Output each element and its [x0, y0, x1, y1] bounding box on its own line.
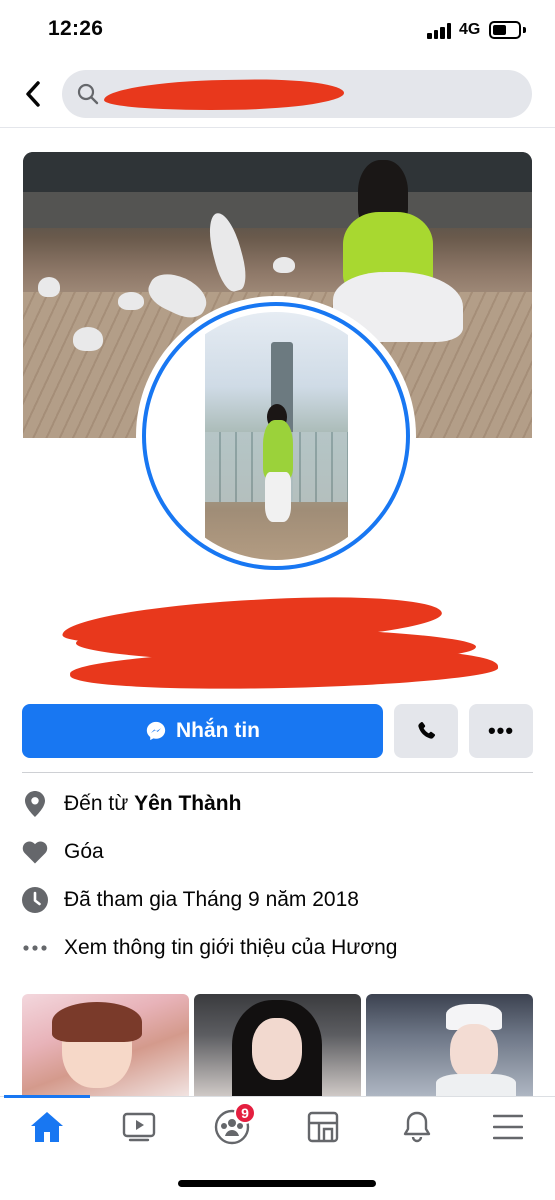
- search-input[interactable]: [62, 70, 532, 118]
- bottom-nav: 9: [0, 1095, 555, 1158]
- bell-icon: [403, 1111, 431, 1143]
- search-icon: [77, 83, 99, 105]
- joined-value: Đã tham gia Tháng 9 năm 2018: [64, 888, 359, 911]
- info-relationship: Góa: [22, 834, 542, 870]
- messenger-icon: [146, 721, 166, 741]
- hometown-prefix: Đến từ: [64, 792, 129, 815]
- search-header: [0, 62, 555, 128]
- cover-building: [23, 152, 532, 192]
- menu-icon: [493, 1114, 523, 1140]
- nav-home[interactable]: [23, 1105, 71, 1149]
- photo-thumbnail[interactable]: [194, 994, 361, 1096]
- cover-wall: [23, 192, 532, 228]
- avatar-photo: [205, 312, 348, 560]
- photo-thumbnail[interactable]: [22, 994, 189, 1096]
- nav-marketplace[interactable]: [299, 1105, 347, 1149]
- face-shape: [450, 1024, 498, 1080]
- video-icon: [122, 1112, 156, 1142]
- info-joined: Đã tham gia Tháng 9 năm 2018: [22, 882, 542, 918]
- back-button[interactable]: [18, 77, 48, 111]
- network-label: 4G: [459, 21, 481, 38]
- clock-icon: [22, 887, 48, 913]
- avatar-jacket: [263, 420, 293, 480]
- avatar-skirt: [265, 472, 291, 522]
- see-about-link[interactable]: Xem thông tin giới thiệu của Hương: [64, 936, 397, 960]
- photo-thumbnail[interactable]: [366, 994, 533, 1096]
- gull: [118, 292, 144, 310]
- nav-video[interactable]: [115, 1105, 163, 1149]
- location-pin-icon: [22, 791, 48, 817]
- avatar[interactable]: [152, 312, 400, 560]
- gull: [73, 327, 103, 351]
- call-button[interactable]: [394, 704, 458, 758]
- active-tab-indicator: [4, 1095, 90, 1098]
- battery-icon: [489, 21, 521, 39]
- message-button-label: Nhắn tin: [176, 719, 260, 742]
- more-icon: •••: [487, 718, 515, 743]
- nav-menu[interactable]: [484, 1105, 532, 1149]
- marketplace-icon: [307, 1111, 339, 1143]
- info-hometown: Đến từ Yên Thành: [22, 786, 542, 822]
- more-horizontal-icon: [22, 935, 48, 961]
- hometown-value[interactable]: Yên Thành: [134, 792, 241, 816]
- info-see-about[interactable]: Xem thông tin giới thiệu của Hương: [22, 930, 542, 966]
- gull: [273, 257, 295, 273]
- signal-icon: [427, 23, 453, 39]
- hair-shape: [52, 1002, 142, 1042]
- heart-icon: [22, 839, 48, 865]
- relationship-value: Góa: [64, 840, 104, 863]
- phone-icon: [418, 721, 436, 739]
- battery-cap: [523, 27, 526, 33]
- home-icon: [31, 1112, 63, 1142]
- home-indicator: [178, 1180, 376, 1187]
- message-button[interactable]: Nhắn tin: [22, 704, 383, 758]
- status-time: 12:26: [48, 17, 104, 40]
- uniform-shape: [436, 1074, 516, 1096]
- search-redaction: [103, 77, 345, 113]
- nav-groups[interactable]: 9: [208, 1102, 256, 1149]
- face-shape: [252, 1018, 302, 1080]
- groups-badge: 9: [234, 1102, 256, 1124]
- gull: [38, 277, 60, 297]
- divider: [22, 772, 533, 773]
- photo-strip: [22, 994, 533, 1096]
- nav-notifications[interactable]: [393, 1105, 441, 1149]
- chevron-left-icon: [26, 81, 40, 107]
- status-bar: 12:26 4G: [0, 0, 555, 62]
- more-button[interactable]: •••: [469, 704, 533, 758]
